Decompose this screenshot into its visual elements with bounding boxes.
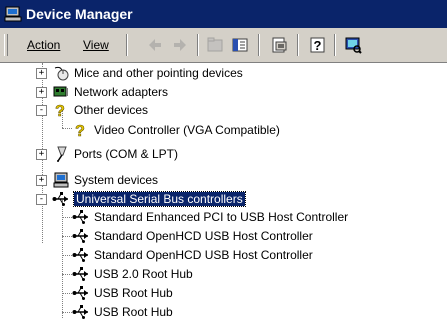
expand-toggle[interactable]: + <box>36 87 47 98</box>
show-hide-tree-button[interactable] <box>230 35 250 55</box>
usb-icon <box>72 209 90 225</box>
usb-icon <box>72 228 90 244</box>
tree-line <box>62 236 72 237</box>
help-button[interactable]: ? <box>307 35 327 55</box>
show-hide-tree-icon <box>230 38 250 58</box>
up-button[interactable] <box>205 35 225 55</box>
tree-item-label: Network adapters <box>74 85 169 99</box>
usb-icon <box>72 247 90 263</box>
toolbar-separator <box>126 34 128 56</box>
tree-line <box>62 274 72 275</box>
svg-text:?: ? <box>75 123 85 138</box>
device-tree[interactable]: + + - + + - Mice and other pointing devi… <box>0 63 447 322</box>
question-mark-icon: ? <box>52 102 70 121</box>
window-title: Device Manager <box>26 6 133 22</box>
collapse-toggle[interactable]: - <box>36 194 47 205</box>
tree-item-label: Universal Serial Bus controllers <box>73 191 246 207</box>
forward-button[interactable] <box>170 35 190 55</box>
tree-item-label: Ports (COM & LPT) <box>74 147 179 161</box>
expand-toggle[interactable]: + <box>36 149 47 160</box>
tree-item-usb-device[interactable]: Standard OpenHCD USB Host Controller <box>72 246 313 264</box>
title-bar[interactable]: Device Manager <box>0 0 447 28</box>
network-card-icon <box>52 84 70 100</box>
question-mark-icon: ? <box>72 122 90 141</box>
mouse-icon <box>52 65 70 81</box>
back-button[interactable] <box>145 35 165 55</box>
usb-icon <box>72 285 90 301</box>
tree-item-label: Mice and other pointing devices <box>74 66 243 80</box>
tree-item-label: Standard OpenHCD USB Host Controller <box>94 229 313 243</box>
tree-item-label: USB Root Hub <box>94 305 173 319</box>
computer-icon <box>4 6 22 22</box>
properties-button[interactable] <box>269 35 289 55</box>
tree-item-usb-device[interactable]: USB Root Hub <box>72 284 173 302</box>
svg-text:?: ? <box>55 103 65 118</box>
action-menu[interactable]: Action <box>27 38 60 52</box>
expand-toggle[interactable]: + <box>36 68 47 79</box>
toolbar-separator <box>334 34 336 56</box>
view-menu-label: View <box>83 38 109 52</box>
forward-arrow-icon <box>170 39 190 58</box>
tree-line <box>62 128 72 129</box>
tree-item-label: Video Controller (VGA Compatible) <box>94 123 280 137</box>
tree-item-usb-device[interactable]: Standard OpenHCD USB Host Controller <box>72 227 313 245</box>
tree-item-video-controller[interactable]: ? Video Controller (VGA Compatible) <box>72 121 280 141</box>
help-icon: ? <box>307 37 327 58</box>
tree-item-label: System devices <box>74 173 159 187</box>
tree-line <box>62 293 72 294</box>
tree-line <box>62 255 72 256</box>
svg-text:?: ? <box>314 38 322 53</box>
tree-item-ports[interactable]: Ports (COM & LPT) <box>52 145 178 163</box>
expand-toggle[interactable]: + <box>36 175 47 186</box>
toolbar-separator <box>197 34 199 56</box>
scan-hardware-button[interactable] <box>343 35 363 55</box>
tree-item-label: USB 2.0 Root Hub <box>94 267 193 281</box>
properties-icon <box>269 37 289 58</box>
computer-icon <box>52 172 70 188</box>
tree-item-usb-controllers[interactable]: Universal Serial Bus controllers <box>52 190 246 208</box>
tree-item-usb-device[interactable]: Standard Enhanced PCI to USB Host Contro… <box>72 208 348 226</box>
up-folder-icon <box>205 37 225 58</box>
port-icon <box>52 146 70 162</box>
tree-item-label: Other devices <box>74 103 149 117</box>
collapse-toggle[interactable]: - <box>36 105 47 116</box>
tree-item-usb-device[interactable]: USB 2.0 Root Hub <box>72 265 193 283</box>
tree-item-network-adapters[interactable]: Network adapters <box>52 83 168 101</box>
view-menu[interactable]: View <box>83 38 109 52</box>
usb-icon <box>72 266 90 282</box>
action-menu-label: Action <box>27 38 61 52</box>
tree-item-label: USB Root Hub <box>94 286 173 300</box>
usb-icon <box>52 191 70 207</box>
usb-icon <box>72 304 90 320</box>
tree-line <box>62 312 72 313</box>
back-arrow-icon <box>145 39 165 58</box>
tree-item-other-devices[interactable]: ? Other devices <box>52 101 149 121</box>
scan-hardware-icon <box>343 37 363 58</box>
tree-item-label: Standard OpenHCD USB Host Controller <box>94 248 313 262</box>
toolbar: Action View ? <box>0 28 447 63</box>
toolbar-grip[interactable] <box>4 34 8 56</box>
tree-item-system-devices[interactable]: System devices <box>52 171 158 189</box>
tree-line <box>62 217 72 218</box>
tree-item-mice[interactable]: Mice and other pointing devices <box>52 64 243 82</box>
tree-item-usb-device[interactable]: USB Root Hub <box>72 303 173 321</box>
toolbar-separator <box>297 34 299 56</box>
tree-item-label: Standard Enhanced PCI to USB Host Contro… <box>94 210 349 224</box>
toolbar-separator <box>258 34 260 56</box>
